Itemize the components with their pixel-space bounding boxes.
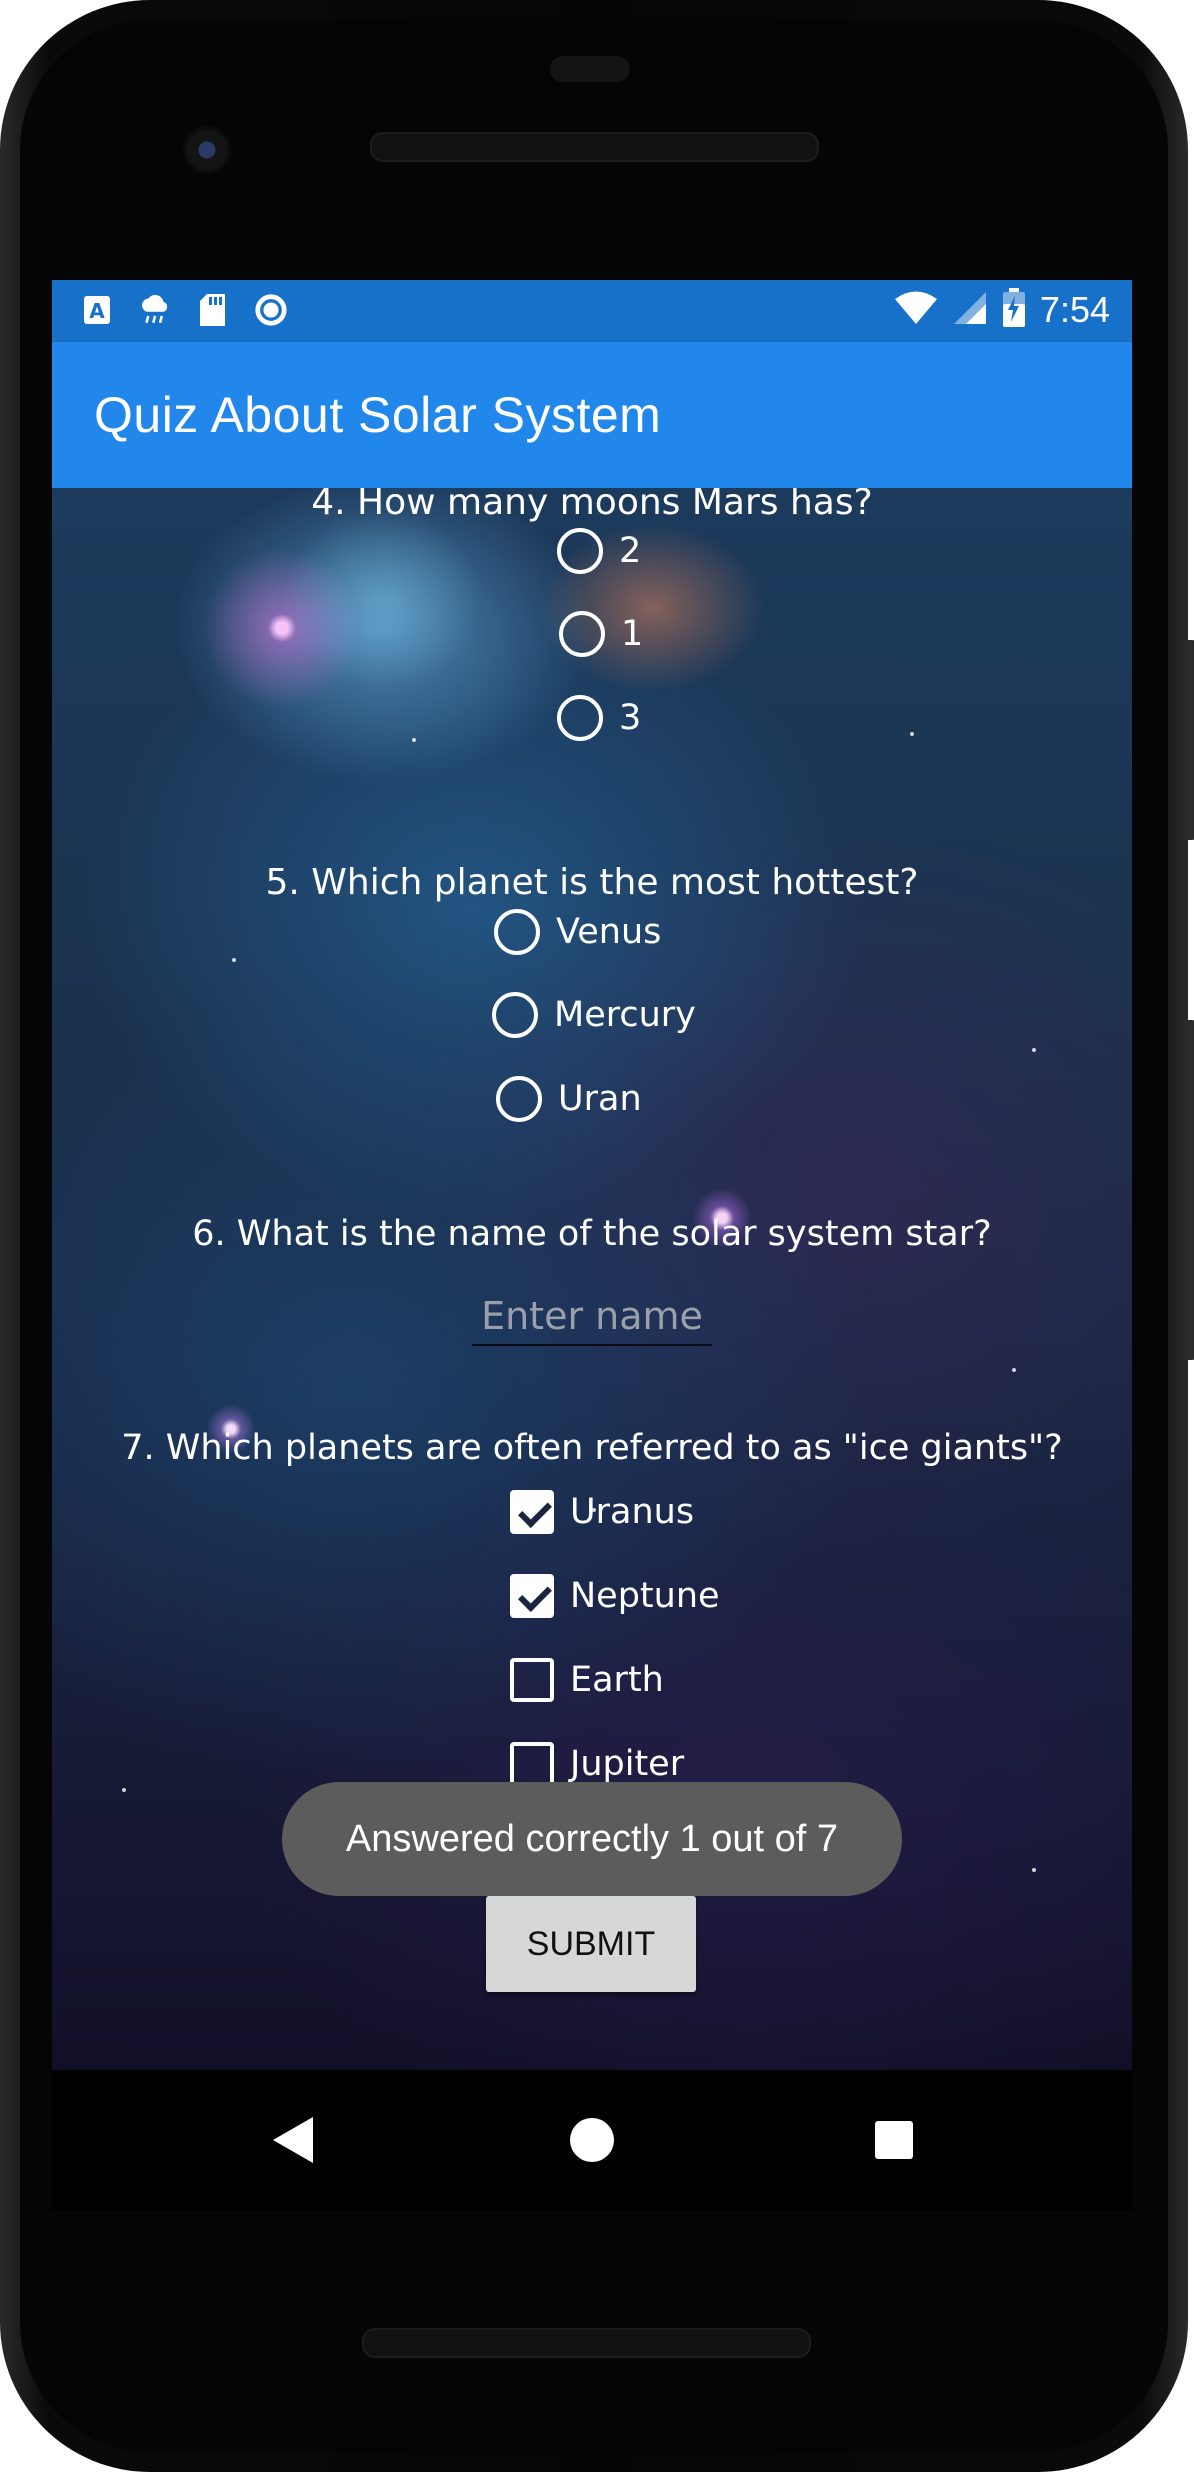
q4-option-2[interactable]: 2 (557, 528, 641, 574)
front-camera-icon (183, 126, 231, 174)
checkbox-checked[interactable] (510, 1574, 554, 1618)
option-label: Venus (556, 912, 662, 952)
option-label: 2 (619, 531, 642, 571)
q4-option-1[interactable]: 1 (559, 611, 643, 657)
home-icon[interactable] (560, 2108, 624, 2172)
star (910, 732, 914, 736)
star-name-input[interactable] (472, 1288, 712, 1346)
star (1032, 1868, 1036, 1872)
checkbox-checked[interactable] (510, 1490, 554, 1534)
submit-button[interactable]: SUBMIT (486, 1896, 696, 1992)
sd-card-icon (196, 292, 230, 328)
back-icon[interactable] (260, 2108, 324, 2172)
status-bar: A 7:54 (52, 280, 1132, 342)
question-6-text: 6. What is the name of the solar system … (192, 1214, 992, 1254)
navigation-bar (52, 2070, 1132, 2210)
q5-option-venus[interactable]: Venus (494, 909, 661, 955)
quiz-content[interactable]: 4. How many moons Mars has? 2 1 3 5. Whi… (52, 488, 1132, 2070)
option-label: Earth (570, 1660, 664, 1700)
option-label: 3 (619, 698, 642, 738)
checkbox[interactable] (510, 1658, 554, 1702)
radio-button[interactable] (559, 611, 605, 657)
radio-button[interactable] (557, 695, 603, 741)
question-7-text: 7. Which planets are often referred to a… (121, 1428, 1063, 1468)
screen: A 7:54 Quiz About Solar System 4. How ma… (52, 280, 1132, 2070)
radio-button[interactable] (557, 528, 603, 574)
bottom-speaker (362, 2328, 811, 2358)
cloud-rain-icon (138, 292, 172, 328)
radio-button[interactable] (496, 1076, 542, 1122)
result-toast: Answered correctly 1 out of 7 (282, 1782, 902, 1896)
record-icon (254, 292, 288, 328)
q7-option-uranus[interactable]: Uranus (510, 1490, 694, 1534)
star (412, 738, 416, 742)
proximity-sensor (550, 56, 630, 82)
star (232, 958, 236, 962)
nebula-cloud (282, 508, 482, 688)
status-clock: 7:54 (1039, 289, 1110, 330)
wifi-icon (894, 290, 938, 330)
radio-button[interactable] (492, 992, 538, 1038)
option-label: Uranus (570, 1492, 695, 1532)
q5-option-uran[interactable]: Uran (496, 1076, 642, 1122)
option-label: Mercury (554, 995, 696, 1035)
option-label: Neptune (570, 1576, 720, 1616)
q4-option-3[interactable]: 3 (557, 695, 641, 741)
app-title: Quiz About Solar System (94, 387, 662, 443)
star (122, 1788, 126, 1792)
q7-option-neptune[interactable]: Neptune (510, 1574, 720, 1618)
star (1012, 1368, 1016, 1372)
power-button (1186, 640, 1194, 840)
app-bar: Quiz About Solar System (52, 342, 1132, 488)
svg-text:A: A (89, 299, 105, 323)
q7-option-jupiter[interactable]: Jupiter (510, 1742, 684, 1786)
recents-icon[interactable] (862, 2108, 926, 2172)
question-4-text: 4. How many moons Mars has? (311, 488, 873, 523)
cell-signal-icon (952, 290, 988, 330)
q5-option-mercury[interactable]: Mercury (492, 992, 696, 1038)
question-5-text: 5. Which planet is the most hottest? (265, 862, 919, 903)
volume-button (1186, 1020, 1194, 1360)
battery-charging-icon (1002, 288, 1026, 332)
option-label: Uran (558, 1079, 642, 1119)
earpiece-speaker (370, 132, 819, 162)
radio-button[interactable] (494, 909, 540, 955)
text-a-icon: A (80, 292, 114, 328)
q7-option-earth[interactable]: Earth (510, 1658, 664, 1702)
checkbox[interactable] (510, 1742, 554, 1786)
option-label: 1 (621, 614, 644, 654)
star (1032, 1048, 1036, 1052)
option-label: Jupiter (570, 1744, 685, 1784)
